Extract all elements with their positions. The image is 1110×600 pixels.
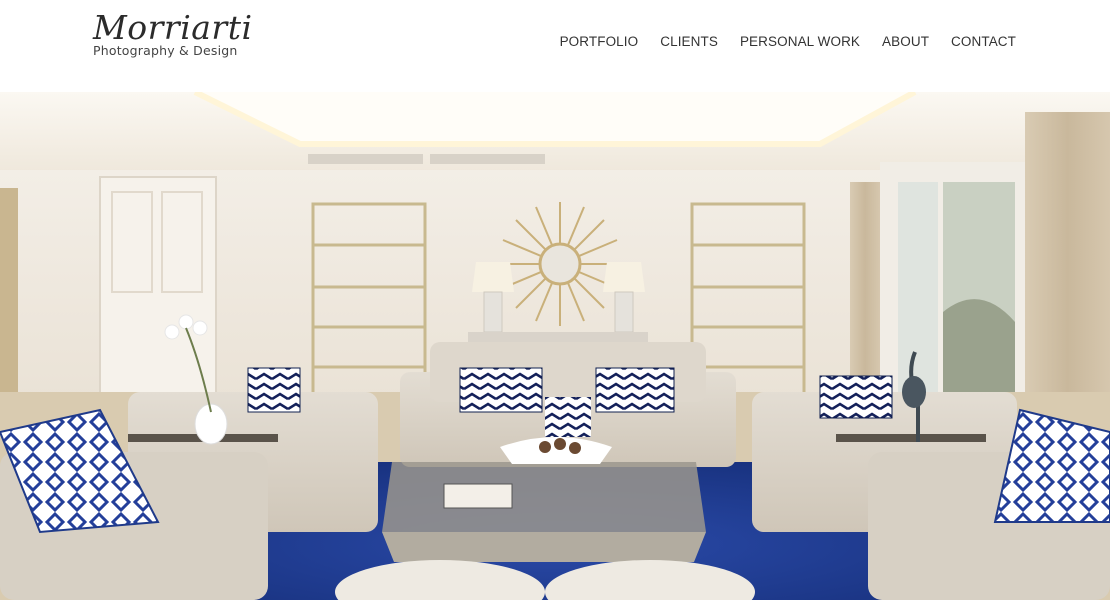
logo-name: Morriarti: [93, 8, 253, 47]
nav-portfolio[interactable]: PORTFOLIO: [560, 34, 639, 49]
nav-contact[interactable]: CONTACT: [951, 34, 1016, 49]
site-logo[interactable]: Morriarti Photography & Design: [93, 10, 253, 58]
nav-clients[interactable]: CLIENTS: [660, 34, 718, 49]
site-header: Morriarti Photography & Design PORTFOLIO…: [0, 0, 1110, 92]
main-nav: PORTFOLIO CLIENTS PERSONAL WORK ABOUT CO…: [560, 34, 1016, 49]
hero-image: [0, 92, 1110, 600]
nav-about[interactable]: ABOUT: [882, 34, 929, 49]
logo-tagline: Photography & Design: [93, 43, 238, 58]
living-room-photo: [0, 92, 1110, 600]
nav-personal-work[interactable]: PERSONAL WORK: [740, 34, 860, 49]
